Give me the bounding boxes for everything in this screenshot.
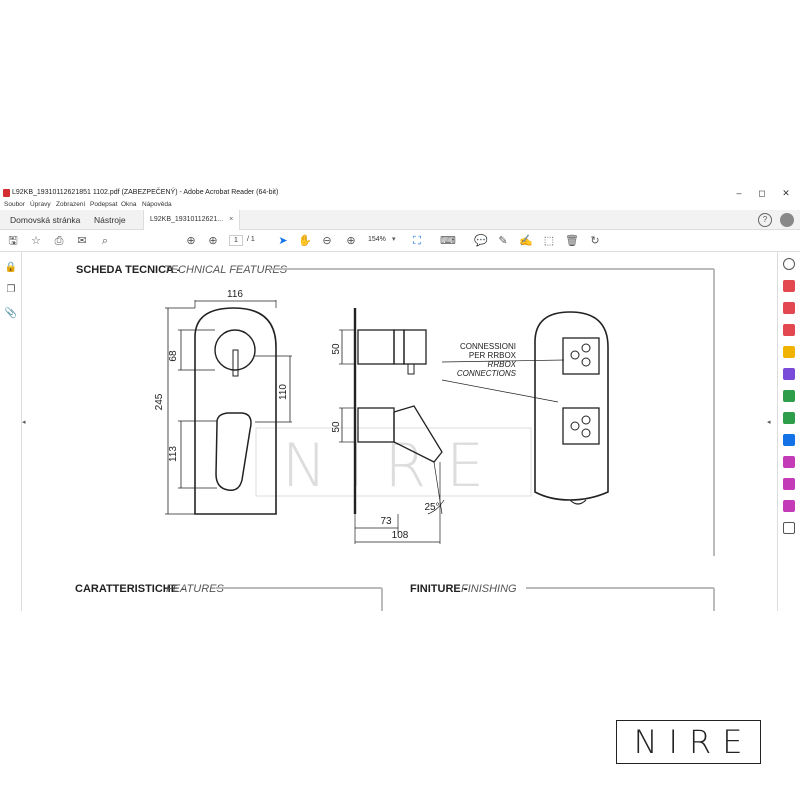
maximize-button[interactable]: ◻ (755, 187, 769, 199)
dim-113: 113 (168, 446, 179, 462)
attachment-icon[interactable]: 📎 (4, 308, 18, 322)
zoom-dropdown-icon[interactable]: ▾ (392, 235, 396, 243)
edit-pdf-icon[interactable] (783, 324, 795, 336)
menu-zobrazeni[interactable]: Zobrazení (56, 201, 85, 208)
window-title: L92KB_19310112621851 1102.pdf (ZABEZPEČE… (12, 189, 279, 196)
save-icon[interactable]: 🖫 (6, 234, 20, 248)
select-cursor-icon[interactable]: ➤ (276, 234, 290, 248)
avatar[interactable] (780, 213, 794, 227)
comment-icon[interactable]: 💬 (474, 234, 488, 248)
mixer-lever (215, 412, 252, 492)
connections-label-4: CONNECTIONS (457, 369, 517, 378)
pages-icon[interactable]: ❐ (4, 284, 18, 298)
menu-soubor[interactable]: Soubor (4, 201, 25, 208)
features-title-en: FEATURES (166, 583, 225, 595)
create-pdf-icon[interactable] (783, 280, 795, 292)
keyboard-icon[interactable]: ⌨ (440, 234, 456, 248)
tab-document-label: L92KB_19310112621... (150, 216, 224, 223)
stamp-icon[interactable]: ⬚ (542, 234, 556, 248)
prev-page-icon[interactable]: ⊕ (184, 234, 198, 248)
dim-116: 116 (227, 289, 243, 300)
acrobat-icon (3, 189, 10, 197)
tab-close-icon[interactable]: × (229, 216, 233, 223)
dim-245: 245 (154, 393, 165, 410)
fill-sign-icon[interactable] (783, 456, 795, 468)
collapse-right-icon[interactable]: ◂ (767, 418, 775, 430)
delete-icon[interactable]: 🗑 (565, 234, 579, 248)
acrobat-window: L92KB_19310112621851 1102.pdf (ZABEZPEČE… (0, 186, 800, 611)
dim-73: 73 (380, 516, 392, 527)
zoom-in-icon[interactable]: ⊕ (344, 234, 358, 248)
star-icon[interactable]: ☆ (29, 234, 43, 248)
fit-page-icon[interactable]: ⛶ (410, 234, 424, 248)
more-tools-icon[interactable] (783, 522, 795, 534)
toolbar: 🖫 ☆ ⎙ ✉ ⌕ ⊕ ⊕ 1 / 1 ➤ ✋ ⊖ ⊕ 154% ▾ ⛶ ⌨ 💬… (0, 230, 800, 252)
zoom-level[interactable]: 154% (368, 236, 386, 243)
export-pdf-icon[interactable] (783, 390, 795, 402)
pdf-page: SCHEDA TECNICA - TECHNICAL FEATURES NIRE (30, 252, 763, 611)
search-icon[interactable]: ⌕ (98, 234, 112, 248)
request-signature-icon[interactable] (783, 478, 795, 490)
finishing-title-it: FINITURE - (410, 583, 468, 595)
scan-ocr-icon[interactable] (783, 412, 795, 424)
dim-110: 110 (278, 384, 289, 400)
dim-50-bottom: 50 (331, 421, 342, 433)
rrbox-connector-bottom (562, 407, 600, 445)
front-plate (194, 307, 277, 515)
tab-document[interactable]: L92KB_19310112621... × (143, 210, 241, 230)
highlight-icon[interactable]: ✎ (496, 234, 510, 248)
menu-upravy[interactable]: Úpravy (30, 201, 51, 208)
document-area[interactable]: SCHEDA TECNICA - TECHNICAL FEATURES NIRE (30, 252, 763, 611)
dim-68: 68 (168, 350, 179, 362)
finishing-title-en: FINISHING (461, 583, 517, 595)
technical-drawing: SCHEDA TECNICA - TECHNICAL FEATURES NIRE (75, 264, 715, 611)
comment-tool-icon[interactable] (783, 346, 795, 358)
page-number-input[interactable]: 1 (229, 235, 243, 246)
tab-tools[interactable]: Nástroje (94, 210, 126, 230)
print-icon[interactable]: ⎙ (52, 234, 66, 248)
menu-okna[interactable]: Okna (121, 201, 137, 208)
menu-napoveda[interactable]: Nápověda (142, 201, 172, 208)
menu-bar: Soubor Úpravy Zobrazení Podepsat Okna Ná… (0, 200, 800, 210)
collapse-left-icon[interactable]: ◂ (22, 418, 30, 430)
help-icon[interactable]: ? (758, 213, 772, 227)
page-total: / 1 (247, 236, 255, 243)
screenshot-frame: L92KB_19310112621851 1102.pdf (ZABEZPEČE… (0, 0, 800, 800)
left-navigation-pane: 🔒 ❐ 📎 (0, 252, 22, 611)
close-button[interactable]: ✕ (779, 187, 793, 199)
nire-logo: NIRE (616, 720, 761, 764)
connections-label-2: PER RRBOX (469, 351, 517, 360)
minimize-button[interactable]: – (732, 187, 746, 199)
right-tools-pane (777, 252, 800, 611)
back-plate (534, 311, 609, 501)
next-page-icon[interactable]: ⊕ (206, 234, 220, 248)
menu-podepsat[interactable]: Podepsat (90, 201, 117, 208)
email-icon[interactable]: ✉ (75, 234, 89, 248)
zoom-tool-icon[interactable] (783, 258, 795, 270)
dim-108: 108 (392, 530, 409, 541)
lock-icon[interactable]: 🔒 (4, 262, 18, 276)
title-bar: L92KB_19310112621851 1102.pdf (ZABEZPEČE… (0, 186, 800, 200)
rotate-icon[interactable]: ↻ (588, 234, 602, 248)
zoom-out-icon[interactable]: ⊖ (320, 234, 334, 248)
dim-50-top: 50 (331, 343, 342, 355)
sign-icon[interactable]: ✍ (519, 234, 533, 248)
protect-icon[interactable] (783, 434, 795, 446)
connections-label-1: CONNESSIONI (460, 342, 516, 351)
organize-pages-icon[interactable] (783, 368, 795, 380)
hand-tool-icon[interactable]: ✋ (298, 234, 312, 248)
tab-home[interactable]: Domovská stránka (10, 210, 80, 230)
combine-files-icon[interactable] (783, 302, 795, 314)
dim-25-deg: 25° (424, 502, 439, 513)
send-comments-icon[interactable] (783, 500, 795, 512)
rrbox-connector-top (562, 337, 600, 375)
tab-bar: Domovská stránka Nástroje L92KB_19310112… (0, 210, 800, 230)
